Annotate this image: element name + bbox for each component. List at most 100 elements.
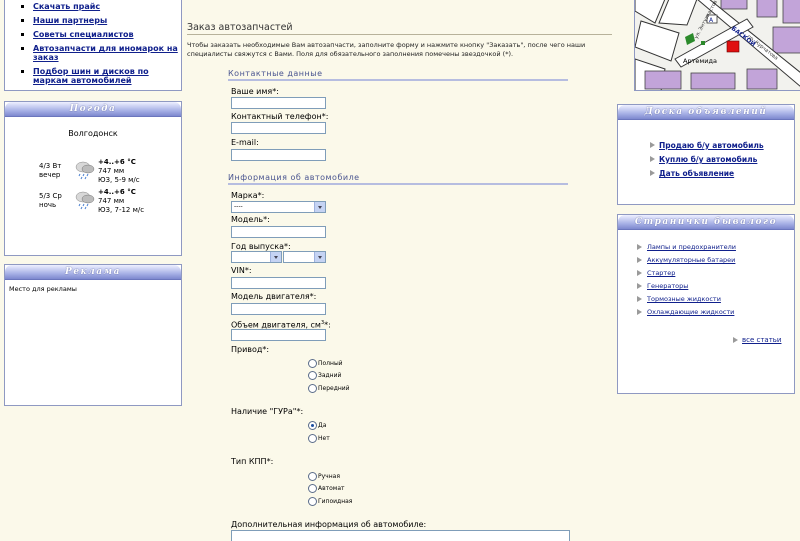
- weather-city: Волгодонск: [68, 129, 118, 138]
- arrow-right-icon: [650, 156, 655, 162]
- gur-label: Наличие "ГУРа"*:: [231, 407, 304, 416]
- tips-link[interactable]: Лампы и предохранители: [647, 243, 736, 251]
- left-nav-list: Скачать прайс Наши партнеры Советы специ…: [5, 0, 181, 85]
- gearbox-radio-hypoid[interactable]: [308, 497, 317, 506]
- weather-time: ночь: [39, 201, 57, 209]
- arrow-right-icon: [733, 337, 738, 343]
- arrow-right-icon: [637, 283, 642, 289]
- location-map[interactable]: А БАСКОЙ Артемида пр. Курчатова ул. Энту…: [635, 0, 800, 91]
- gur-option-label: Нет: [318, 435, 330, 442]
- drive-label: Привод*:: [231, 345, 270, 354]
- gur-radio-no[interactable]: [308, 434, 317, 443]
- nav-item-price[interactable]: Скачать прайс: [15, 2, 181, 11]
- drive-option-label: Задний: [318, 372, 342, 379]
- model-label: Модель*:: [231, 215, 270, 224]
- gearbox-option-label: Гипоидная: [318, 498, 353, 505]
- weather-wind: ЮЗ, 5-9 м/с: [98, 176, 140, 184]
- brand-label: Марка*:: [231, 191, 265, 200]
- arrow-right-icon: [650, 142, 655, 148]
- drive-radio-front[interactable]: [308, 384, 317, 393]
- model-input[interactable]: [231, 226, 326, 238]
- nav-link-partners[interactable]: Наши партнеры: [33, 16, 107, 25]
- tips-title: Странички бывалого: [618, 215, 794, 230]
- name-label: Ваше имя*:: [231, 87, 279, 96]
- engine-model-input[interactable]: [231, 303, 326, 315]
- tips-box: Странички бывалого Лампы и предохранител…: [617, 214, 795, 394]
- drive-option-label: Передний: [318, 385, 350, 392]
- cloud-rain-icon: [75, 191, 95, 210]
- tips-link[interactable]: Стартер: [647, 269, 675, 277]
- tips-link[interactable]: Охлаждающие жидкости: [647, 308, 734, 316]
- nav-item-order-parts[interactable]: Автозапчасти для иномарок на заказ: [15, 44, 181, 62]
- weather-title: Погода: [5, 102, 181, 117]
- weather-box: Погода Волгодонск 4/3 Вт вечер +4..+6 °C…: [4, 101, 182, 256]
- map-label-artemida: Артемида: [683, 57, 717, 65]
- nav-link-order-parts[interactable]: Автозапчасти для иномарок на заказ: [33, 44, 178, 62]
- extra-info-label: Дополнительная информация об автомобиле:: [231, 520, 427, 529]
- engine-volume-input[interactable]: [231, 329, 326, 341]
- gearbox-option-label: Ручная: [318, 473, 340, 480]
- weather-date: 5/3 Ср: [39, 192, 62, 200]
- name-input[interactable]: [231, 97, 326, 109]
- nav-link-price[interactable]: Скачать прайс: [33, 2, 100, 11]
- arrow-right-icon: [637, 244, 642, 250]
- weather-pressure: 747 мм: [98, 197, 125, 205]
- map-box[interactable]: А БАСКОЙ Артемида пр. Курчатова ул. Энту…: [634, 0, 800, 91]
- weather-time: вечер: [39, 171, 61, 179]
- nav-item-tires[interactable]: Подбор шин и дисков по маркам автомобиле…: [15, 67, 181, 85]
- contact-section-title: Контактные данные: [228, 69, 568, 81]
- board-link-buy[interactable]: Куплю б/у автомобиль: [659, 155, 757, 164]
- phone-label: Контактный телефон*:: [231, 112, 329, 121]
- email-label: E-mail:: [231, 138, 259, 147]
- tips-link[interactable]: Тормозные жидкости: [647, 295, 721, 303]
- nav-item-partners[interactable]: Наши партнеры: [15, 16, 181, 25]
- left-nav-box: Скачать прайс Наши партнеры Советы специ…: [4, 0, 182, 91]
- nav-link-tires[interactable]: Подбор шин и дисков по маркам автомобиле…: [33, 67, 149, 85]
- board-title: Доска объявлений: [618, 105, 794, 120]
- tips-link[interactable]: Аккумуляторные батареи: [647, 256, 735, 264]
- board-box: Доска объявлений Продаю б/у автомобиль К…: [617, 104, 795, 205]
- gearbox-radio-manual[interactable]: [308, 472, 317, 481]
- brand-select[interactable]: ----: [231, 201, 326, 213]
- arrow-right-icon: [650, 170, 655, 176]
- ads-box: Реклама Место для рекламы: [4, 264, 182, 406]
- gur-option-label: Да: [318, 422, 327, 429]
- drive-radio-full[interactable]: [308, 359, 317, 368]
- car-section-title: Информация об автомобиле: [228, 173, 568, 185]
- vin-input[interactable]: [231, 277, 326, 289]
- brand-select-value: ----: [234, 203, 243, 210]
- nav-link-advice[interactable]: Советы специалистов: [33, 30, 134, 39]
- ads-text: Место для рекламы: [9, 285, 77, 293]
- page-title: Заказ автозапчастей: [187, 22, 293, 33]
- form-intro: Чтобы заказать необходимые Вам автозапча…: [187, 41, 586, 58]
- weather-pressure: 747 мм: [98, 167, 125, 175]
- all-articles-link[interactable]: все статьи: [742, 336, 781, 344]
- weather-date: 4/3 Вт: [39, 162, 62, 170]
- arrow-right-icon: [637, 257, 642, 263]
- gearbox-radio-auto[interactable]: [308, 484, 317, 493]
- arrow-right-icon: [637, 309, 642, 315]
- extra-info-textarea[interactable]: [231, 530, 570, 541]
- chevron-down-icon[interactable]: [314, 202, 325, 212]
- vin-label: VIN*:: [231, 266, 252, 275]
- year-select-1[interactable]: [231, 251, 282, 263]
- chevron-down-icon[interactable]: [270, 252, 281, 262]
- phone-input[interactable]: [231, 122, 326, 134]
- board-link-sell[interactable]: Продаю б/у автомобиль: [659, 141, 764, 150]
- nav-item-advice[interactable]: Советы специалистов: [15, 30, 181, 39]
- gearbox-label: Тип КПП*:: [231, 457, 274, 466]
- drive-radio-rear[interactable]: [308, 371, 317, 380]
- year-select-2[interactable]: [283, 251, 326, 263]
- chevron-down-icon[interactable]: [314, 252, 325, 262]
- title-divider: [187, 34, 612, 35]
- board-link-post[interactable]: Дать объявление: [659, 169, 734, 178]
- weather-temp: +4..+6 °C: [98, 158, 136, 166]
- tips-link[interactable]: Генераторы: [647, 282, 688, 290]
- ads-title: Реклама: [5, 265, 181, 280]
- cloud-rain-icon: [75, 161, 95, 180]
- gearbox-option-label: Автомат: [318, 485, 345, 492]
- drive-option-label: Полный: [318, 360, 343, 367]
- gur-radio-yes[interactable]: [308, 421, 317, 430]
- email-input[interactable]: [231, 149, 326, 161]
- weather-temp: +4..+6 °C: [98, 188, 136, 196]
